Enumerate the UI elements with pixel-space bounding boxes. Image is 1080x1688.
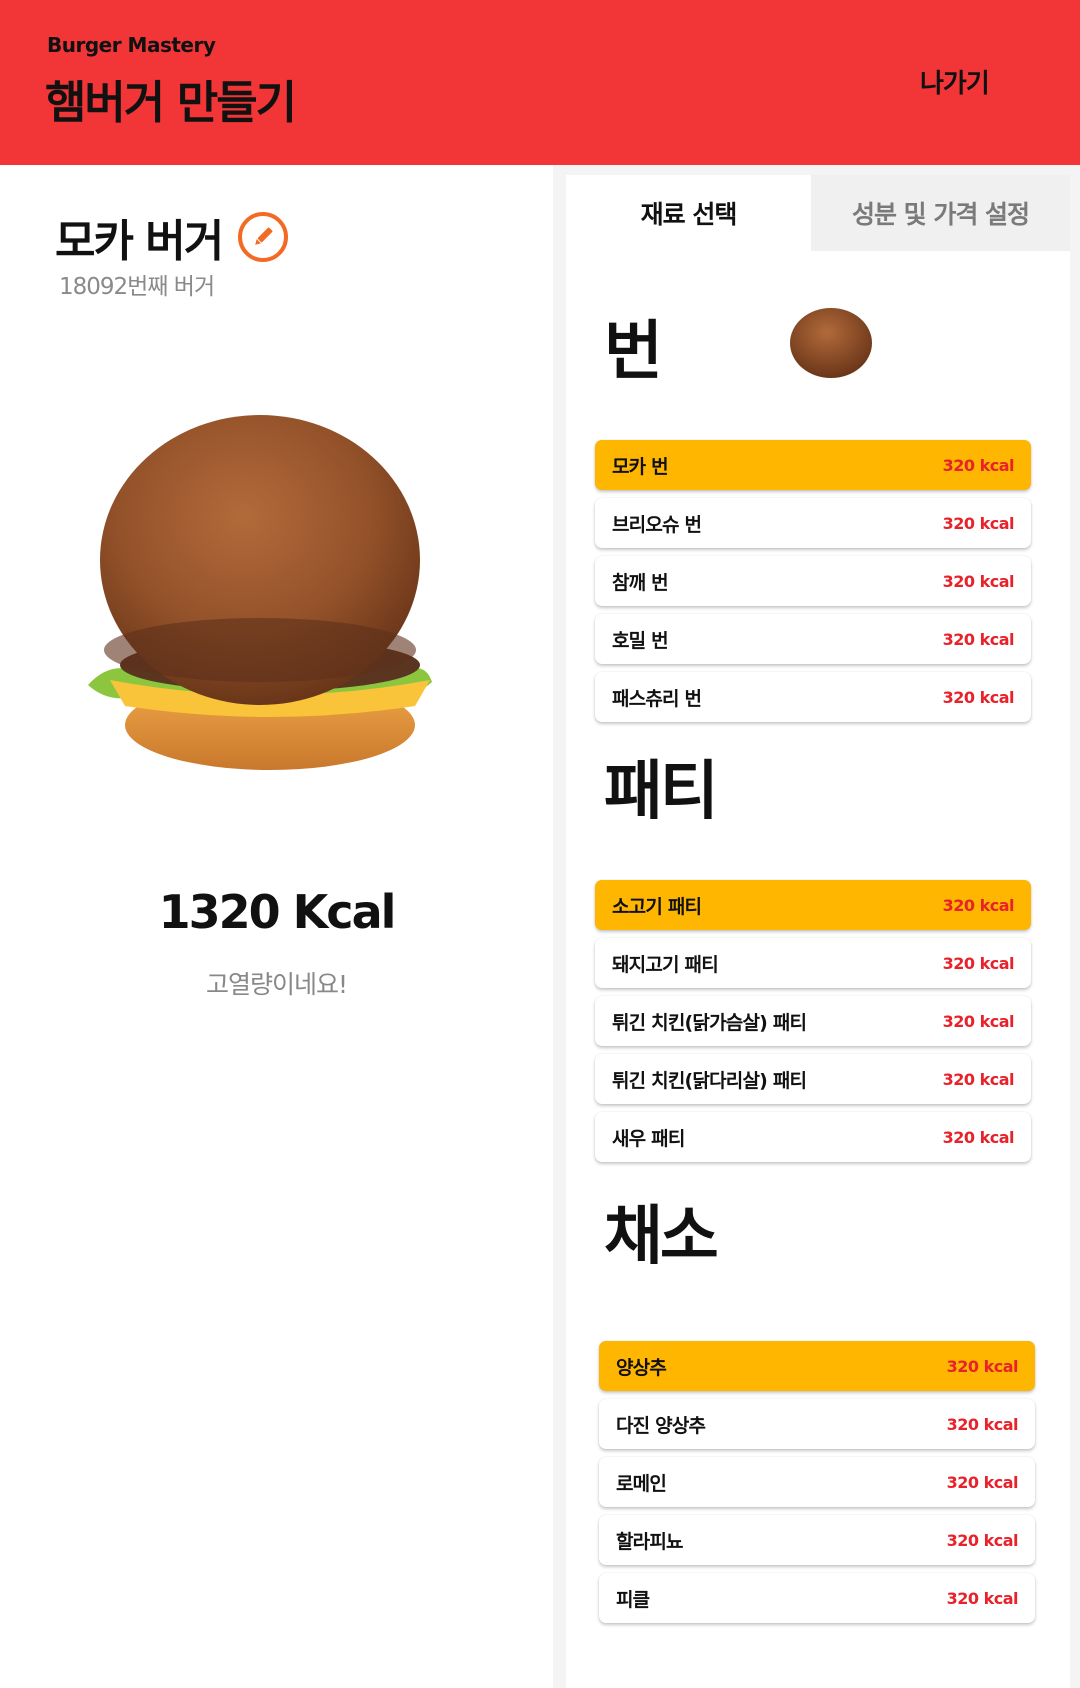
item-kcal: 320 kcal <box>946 1414 1019 1434</box>
section-title-bun: 번 <box>604 315 663 389</box>
list-item-bun[interactable]: 호밀 번 320 kcal <box>595 614 1031 664</box>
tab-nutrition-price[interactable]: 성분 및 가격 설정 <box>811 175 1070 251</box>
item-kcal: 320 kcal <box>942 1011 1015 1031</box>
bun-list: 모카 번 320 kcal 브리오슈 번 320 kcal 참깨 번 320 k… <box>595 440 1031 730</box>
brand-name: Burger Mastery <box>47 33 216 57</box>
item-kcal: 320 kcal <box>942 1127 1015 1147</box>
burger-name-row: 모카 버거 <box>55 205 289 269</box>
item-name: 모카 번 <box>612 455 669 478</box>
list-item-veg[interactable]: 로메인 320 kcal <box>599 1457 1035 1507</box>
item-name: 브리오슈 번 <box>612 513 702 536</box>
item-name: 돼지고기 패티 <box>612 953 719 976</box>
section-title-veg: 채소 <box>604 1200 719 1274</box>
list-item-bun[interactable]: 패스츄리 번 320 kcal <box>595 672 1031 722</box>
list-item-veg[interactable]: 양상추 320 kcal <box>599 1341 1035 1391</box>
list-item-bun[interactable]: 모카 번 320 kcal <box>595 440 1031 490</box>
list-item-bun[interactable]: 브리오슈 번 320 kcal <box>595 498 1031 548</box>
tab-ingredient-select[interactable]: 재료 선택 <box>566 175 811 251</box>
item-kcal: 320 kcal <box>942 571 1015 591</box>
burger-name: 모카 버거 <box>55 216 224 267</box>
edit-name-button[interactable] <box>238 212 289 262</box>
burger-count: 18092번째 버거 <box>59 274 215 300</box>
total-kcal: 1320 Kcal <box>158 885 397 939</box>
list-item-patty[interactable]: 튀긴 치킨(닭다리살) 패티 320 kcal <box>595 1054 1031 1104</box>
list-item-patty[interactable]: 돼지고기 패티 320 kcal <box>595 938 1031 988</box>
section-title-patty: 패티 <box>604 755 719 829</box>
item-kcal: 320 kcal <box>942 1069 1015 1089</box>
burger-image <box>88 415 432 770</box>
list-item-patty[interactable]: 새우 패티 320 kcal <box>595 1112 1031 1162</box>
item-kcal: 320 kcal <box>946 1530 1019 1550</box>
item-name: 참깨 번 <box>612 571 669 594</box>
app-header: Burger Mastery 햄버거 만들기 나가기 <box>0 0 1080 165</box>
item-kcal: 320 kcal <box>942 513 1015 533</box>
item-name: 새우 패티 <box>612 1127 685 1150</box>
item-name: 피클 <box>616 1588 650 1611</box>
list-item-veg[interactable]: 할라피뇨 320 kcal <box>599 1515 1035 1565</box>
exit-button[interactable]: 나가기 <box>920 63 990 100</box>
item-name: 양상추 <box>616 1356 667 1379</box>
veg-list: 양상추 320 kcal 다진 양상추 320 kcal 로메인 320 kca… <box>599 1341 1035 1631</box>
item-name: 튀긴 치킨(닭가슴살) 패티 <box>612 1011 807 1034</box>
burger-preview-panel: 모카 버거 18092번째 버거 1320 Kcal 고열량이네요! <box>0 165 553 1688</box>
list-item-veg[interactable]: 피클 320 kcal <box>599 1573 1035 1623</box>
item-kcal: 320 kcal <box>942 629 1015 649</box>
list-item-bun[interactable]: 참깨 번 320 kcal <box>595 556 1031 606</box>
patty-list: 소고기 패티 320 kcal 돼지고기 패티 320 kcal 튀긴 치킨(닭… <box>595 880 1031 1170</box>
pencil-icon <box>255 227 273 245</box>
item-kcal: 320 kcal <box>946 1356 1019 1376</box>
item-name: 소고기 패티 <box>612 895 702 918</box>
list-item-veg[interactable]: 다진 양상추 320 kcal <box>599 1399 1035 1449</box>
item-name: 할라피뇨 <box>616 1530 684 1553</box>
item-name: 호밀 번 <box>612 629 669 652</box>
kcal-comment: 고열량이네요! <box>205 970 348 999</box>
list-item-patty[interactable]: 튀긴 치킨(닭가슴살) 패티 320 kcal <box>595 996 1031 1046</box>
ingredient-panel: 재료 선택 성분 및 가격 설정 번 모카 번 320 kcal 브리오슈 번 … <box>566 175 1070 1688</box>
item-name: 로메인 <box>616 1472 667 1495</box>
item-name: 다진 양상추 <box>616 1414 706 1437</box>
item-kcal: 320 kcal <box>942 953 1015 973</box>
item-name: 패스츄리 번 <box>612 687 702 710</box>
bun-preview-image <box>790 308 872 378</box>
item-kcal: 320 kcal <box>942 687 1015 707</box>
item-kcal: 320 kcal <box>946 1588 1019 1608</box>
item-kcal: 320 kcal <box>942 895 1015 915</box>
item-kcal: 320 kcal <box>942 455 1015 475</box>
list-item-patty[interactable]: 소고기 패티 320 kcal <box>595 880 1031 930</box>
tab-bar: 재료 선택 성분 및 가격 설정 <box>566 175 1070 251</box>
page-title: 햄버거 만들기 <box>45 76 297 129</box>
item-kcal: 320 kcal <box>946 1472 1019 1492</box>
item-name: 튀긴 치킨(닭다리살) 패티 <box>612 1069 807 1092</box>
